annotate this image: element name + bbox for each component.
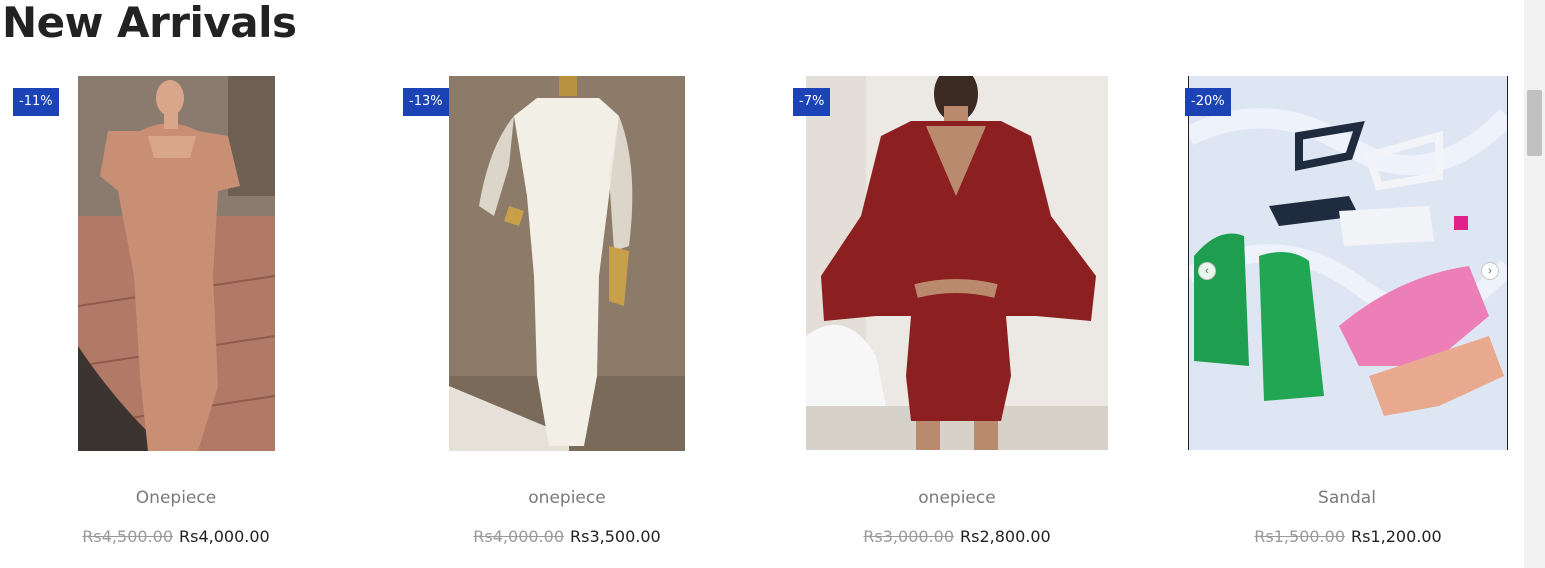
- sale-price: Rs4,000.00: [179, 527, 270, 546]
- sale-price: Rs2,800.00: [960, 527, 1051, 546]
- chevron-right-icon: ›: [1488, 265, 1492, 277]
- price-row: Rs3,000.00 Rs2,800.00: [827, 527, 1087, 546]
- red-dress-photo: [806, 76, 1108, 450]
- product-name[interactable]: Sandal: [1247, 488, 1447, 508]
- discount-badge: -13%: [403, 88, 449, 116]
- product-name[interactable]: onepiece: [857, 488, 1057, 508]
- product-card[interactable]: ‹ › -20% Sandal Rs1,500.00 Rs1,200.00: [1170, 0, 1522, 568]
- price-row: Rs1,500.00 Rs1,200.00: [1218, 527, 1478, 546]
- product-image[interactable]: [806, 76, 1108, 450]
- product-name[interactable]: onepiece: [467, 488, 667, 508]
- old-price: Rs4,000.00: [473, 527, 564, 546]
- product-name[interactable]: Onepiece: [76, 488, 276, 508]
- product-card[interactable]: -11% Onepiece Rs4,500.00 Rs4,000.00: [0, 0, 390, 568]
- old-price: Rs4,500.00: [82, 527, 173, 546]
- product-card[interactable]: -7% onepiece Rs3,000.00 Rs2,800.00: [780, 0, 1170, 568]
- carousel-prev-button[interactable]: ‹: [1198, 262, 1216, 280]
- product-image[interactable]: [78, 76, 275, 451]
- old-price: Rs1,500.00: [1254, 527, 1345, 546]
- price-row: Rs4,500.00 Rs4,000.00: [46, 527, 306, 546]
- discount-badge: -20%: [1185, 88, 1231, 116]
- page-scrollbar[interactable]: [1524, 0, 1545, 568]
- sale-price: Rs3,500.00: [570, 527, 661, 546]
- discount-badge: -11%: [13, 88, 59, 116]
- discount-badge: -7%: [793, 88, 831, 116]
- product-image[interactable]: [1188, 76, 1508, 450]
- product-card[interactable]: -13% onepiece Rs4,000.00 Rs3,500.00: [390, 0, 780, 568]
- satin-dress-photo: [78, 76, 275, 451]
- sale-price: Rs1,200.00: [1351, 527, 1442, 546]
- price-row: Rs4,000.00 Rs3,500.00: [437, 527, 697, 546]
- sandals-photo: [1189, 76, 1507, 450]
- scrollbar-thumb[interactable]: [1527, 90, 1542, 156]
- white-dress-photo: [449, 76, 685, 451]
- product-image[interactable]: [449, 76, 685, 451]
- old-price: Rs3,000.00: [863, 527, 954, 546]
- carousel-next-button[interactable]: ›: [1481, 262, 1499, 280]
- chevron-left-icon: ‹: [1205, 265, 1209, 277]
